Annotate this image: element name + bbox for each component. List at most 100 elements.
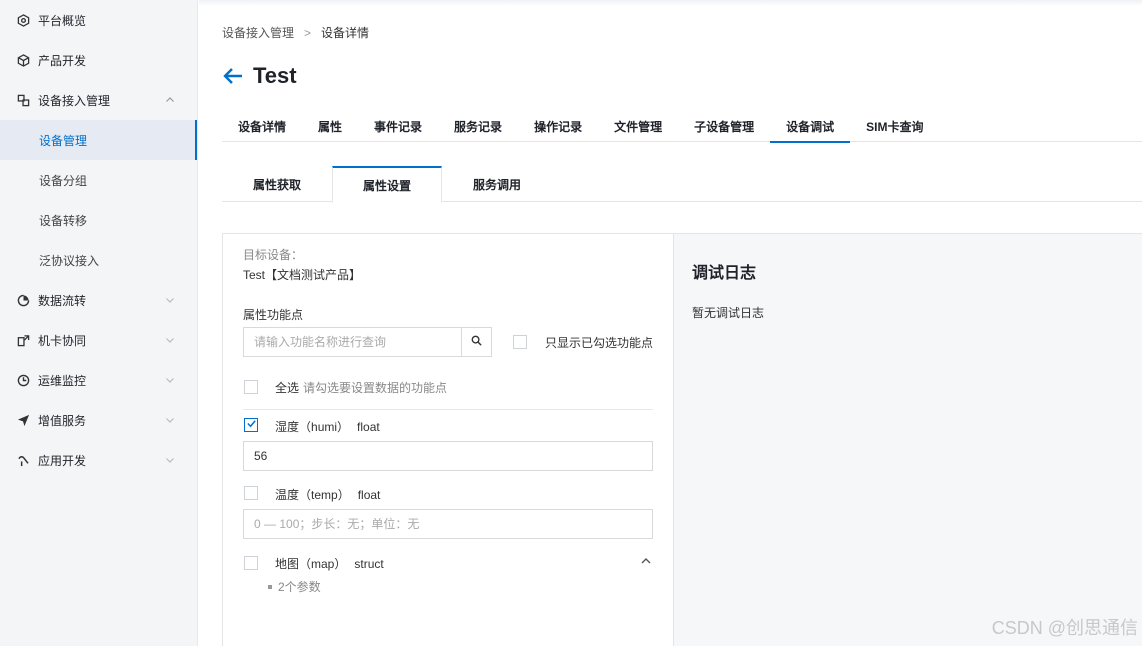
property-row-map: 地图（map） struct [275, 555, 384, 572]
chevron-down-icon [165, 334, 177, 346]
main-content: 设备接入管理 > 设备详情 Test 设备详情 属性 事件记录 服务记录 操作记… [199, 0, 1142, 646]
select-all-checkbox[interactable] [244, 380, 258, 394]
sidebar-item-device-transfer[interactable]: 设备转移 [0, 200, 197, 240]
nav-item-label: 数据流转 [38, 293, 87, 308]
nav-item-app-dev[interactable]: 应用开发 [0, 440, 197, 480]
subtab-service-invoke[interactable]: 服务调用 [442, 166, 552, 202]
nav-item-ops-monitor[interactable]: 运维监控 [0, 360, 197, 400]
sidebar-item-generic-protocol[interactable]: 泛协议接入 [0, 240, 197, 280]
cube-icon [16, 53, 30, 67]
overview-icon [16, 13, 30, 27]
sidebar-item-device-group[interactable]: 设备分组 [0, 160, 197, 200]
struct-param-count: 2个参数 [268, 578, 321, 595]
select-all-row: 全选 请勾选要设置数据的功能点 [275, 379, 447, 396]
nav-item-card-sync[interactable]: 机卡协同 [0, 320, 197, 360]
subtab-property-get[interactable]: 属性获取 [222, 166, 332, 202]
search-button[interactable] [461, 328, 491, 356]
feature-search-input[interactable] [244, 328, 461, 356]
debug-log-panel: 调试日志 暂无调试日志 [674, 233, 1142, 646]
property-id: （humi） [299, 420, 350, 434]
tab-file-management[interactable]: 文件管理 [598, 110, 678, 142]
tab-event-records[interactable]: 事件记录 [358, 110, 438, 142]
target-device-label: 目标设备： [243, 248, 304, 262]
nav-item-label: 产品开发 [38, 53, 87, 68]
search-icon [471, 335, 482, 349]
app-dev-icon [16, 453, 30, 467]
property-checkbox-temp[interactable] [244, 486, 258, 500]
select-all-label: 全选 [275, 381, 300, 395]
watermark: CSDN @创思通信 [991, 618, 1138, 638]
nav-item-platform-overview[interactable]: 平台概览 [0, 0, 197, 40]
only-checked-label: 只显示已勾选功能点 [545, 336, 654, 350]
data-flow-icon [16, 293, 30, 307]
sidebar-item-device-management[interactable]: 设备管理 [0, 120, 197, 160]
nav-item-product-dev[interactable]: 产品开发 [0, 40, 197, 80]
log-empty-text: 暂无调试日志 [692, 306, 765, 320]
tab-operation-records[interactable]: 操作记录 [518, 110, 598, 142]
property-type: float [357, 420, 380, 434]
tab-properties[interactable]: 属性 [302, 110, 358, 142]
property-name: 湿度 [275, 420, 300, 434]
nav-item-device-access[interactable]: 设备接入管理 [0, 80, 197, 120]
struct-param-text: 2个参数 [278, 580, 321, 594]
log-title: 调试日志 [692, 265, 757, 282]
detail-tabs: 设备详情 属性 事件记录 服务记录 操作记录 文件管理 子设备管理 设备调试 S… [222, 110, 1142, 143]
bullet-dot [268, 584, 272, 589]
property-id: （temp） [299, 488, 350, 502]
chevron-down-icon [165, 294, 177, 306]
tab-device-detail[interactable]: 设备详情 [222, 110, 302, 142]
collapse-button[interactable] [639, 555, 653, 569]
nav-item-data-flow[interactable]: 数据流转 [0, 280, 197, 320]
back-arrow-icon[interactable] [222, 66, 244, 86]
debug-subtabs: 属性获取 属性设置 服务调用 [222, 166, 1142, 203]
property-checkbox-humi[interactable] [244, 418, 258, 432]
value-service-icon [16, 413, 30, 427]
card-sync-icon [16, 333, 30, 347]
feature-label: 属性功能点 [243, 308, 304, 322]
title-row: Test [222, 60, 297, 92]
nav-item-value-service[interactable]: 增值服务 [0, 400, 197, 440]
monitor-icon [16, 373, 30, 387]
property-id: （map） [299, 557, 347, 571]
chevron-down-icon [165, 454, 177, 466]
top-shadow [199, 0, 1142, 6]
tab-sim-query[interactable]: SIM卡查询 [850, 110, 939, 142]
chevron-down-icon [165, 414, 177, 426]
nav-item-label: 运维监控 [38, 373, 87, 388]
chevron-up-icon [165, 94, 177, 106]
property-type: struct [354, 557, 384, 571]
nav-item-label: 平台概览 [38, 13, 87, 28]
chevron-down-icon [165, 374, 177, 386]
divider [243, 409, 653, 410]
tab-service-records[interactable]: 服务记录 [438, 110, 518, 142]
chevron-up-icon [640, 555, 652, 570]
property-row-humi: 湿度（humi） float [275, 418, 380, 435]
property-set-panel: 目标设备： Test【文档测试产品】 属性功能点 只显示已勾选功能点 全选请勾选… [222, 233, 674, 646]
select-all-hint: 请勾选要设置数据的功能点 [303, 381, 448, 395]
property-name: 温度 [275, 488, 300, 502]
property-checkbox-map[interactable] [244, 556, 258, 570]
property-value-input-humi[interactable] [243, 441, 653, 471]
target-device-value: Test【文档测试产品】 [243, 268, 362, 282]
nav-item-label: 机卡协同 [38, 333, 87, 348]
feature-search [243, 327, 492, 357]
breadcrumb-separator: > [304, 25, 312, 40]
property-value-input-temp[interactable] [243, 509, 653, 539]
device-access-icon [16, 93, 30, 107]
property-type: float [357, 488, 381, 502]
nav-item-label: 应用开发 [38, 453, 87, 468]
checkmark-icon [246, 418, 257, 432]
nav-item-label: 设备接入管理 [38, 93, 111, 108]
tab-sub-devices[interactable]: 子设备管理 [678, 110, 770, 142]
sidebar: 平台概览 产品开发 设备接入管理 设备管理 设备分组 设备转移 泛协议接入 数据… [0, 0, 198, 646]
page-title: Test [253, 63, 297, 88]
tab-device-debug[interactable]: 设备调试 [770, 110, 851, 143]
subtab-property-set[interactable]: 属性设置 [332, 166, 442, 203]
breadcrumb-parent-link[interactable]: 设备接入管理 [222, 24, 294, 41]
only-checked-checkbox[interactable] [513, 335, 527, 349]
nav-item-label: 增值服务 [38, 413, 87, 428]
property-name: 地图 [275, 557, 300, 571]
property-row-temp: 温度（temp） float [275, 486, 380, 503]
breadcrumb: 设备接入管理 > 设备详情 [222, 24, 369, 41]
breadcrumb-current: 设备详情 [321, 26, 370, 40]
